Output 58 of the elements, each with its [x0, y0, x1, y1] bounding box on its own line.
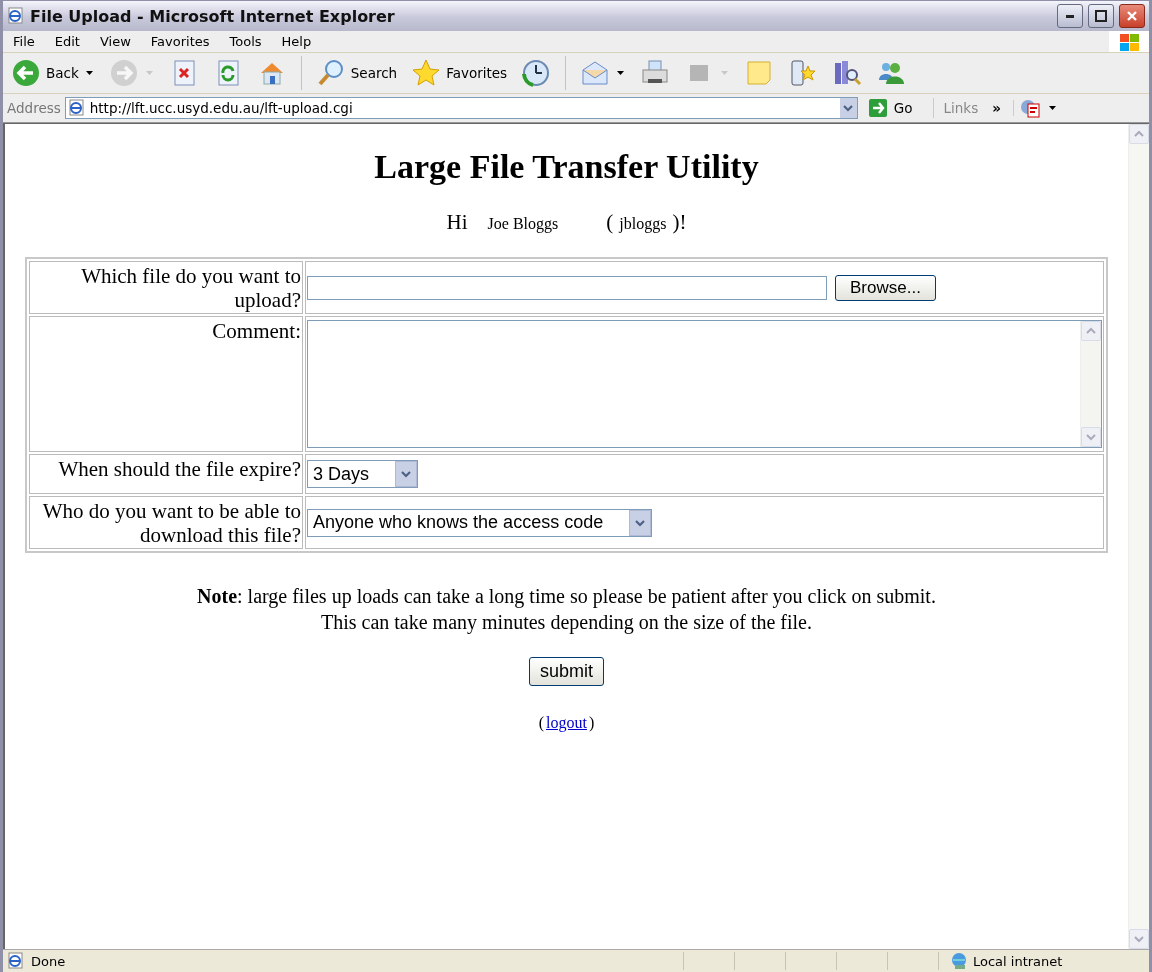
favorites-button[interactable]: Favorites [409, 56, 510, 90]
browser-page-icon [7, 7, 25, 25]
pdf-document-icon [1019, 98, 1042, 118]
comment-field[interactable] [307, 320, 1102, 448]
clock-icon [521, 58, 552, 88]
dropdown-select[interactable]: 3 Days [307, 460, 419, 488]
greeting-text: Hi [446, 210, 468, 235]
field-label: Who do you want to be able to download this file? [29, 496, 303, 549]
note-text: Note: large files up loads can take a long time so please be patient after you click on submit. This can take many minutes depending on the size of the file. [197, 584, 936, 635]
field-label: Which file do you want to upload? [29, 261, 303, 314]
browser-page-icon [67, 99, 86, 117]
greeting-text: )! [672, 210, 687, 235]
globe-network-icon [949, 952, 969, 970]
menu-item[interactable]: View [89, 34, 141, 49]
maximize-button[interactable] [1088, 4, 1114, 28]
star-icon [411, 58, 442, 88]
menu-item[interactable]: Help [271, 34, 322, 49]
bracket-text: ( [538, 714, 545, 732]
page-heading: Large File Transfer Utility [374, 148, 759, 186]
window-title: File Upload - Microsoft Internet Explorer [30, 6, 396, 26]
status-text: Done [31, 953, 66, 969]
close-icon [1126, 10, 1138, 22]
links-button[interactable]: Links » [937, 100, 1014, 116]
zone-text: Local intranet [973, 953, 1063, 969]
menu-item[interactable]: Edit [44, 34, 90, 49]
user-name: Joe Bloggs [487, 215, 559, 233]
scroll-down-icon [1085, 431, 1097, 443]
flag-logo-icon [1117, 32, 1141, 51]
field-label: When should the file expire? [29, 454, 303, 494]
logout-link[interactable]: logout [546, 714, 587, 732]
bracket-text: ) [588, 714, 595, 732]
file-path-field[interactable] [307, 276, 827, 301]
submit-button[interactable]: submit [529, 657, 604, 686]
more-chevron[interactable]: » [992, 100, 1001, 116]
field-label: Comment: [29, 316, 303, 452]
menu-item[interactable]: Favorites [140, 34, 220, 49]
search-button[interactable]: Search [313, 56, 400, 90]
maximize-icon [1095, 10, 1107, 22]
browse-button[interactable]: Browse... [835, 275, 936, 302]
address-label: Address [7, 100, 61, 116]
menu-item[interactable]: Tools [219, 34, 272, 49]
minimize-icon [1066, 14, 1074, 18]
minimize-button[interactable] [1057, 4, 1083, 28]
caret-icon [1046, 103, 1058, 113]
greeting-text: ( [606, 210, 614, 235]
go-button[interactable]: Go [861, 98, 934, 118]
page-scrollbar[interactable] [1128, 124, 1149, 949]
close-button[interactable] [1119, 4, 1145, 28]
scroll-down-icon [1133, 933, 1145, 945]
scrollbar[interactable] [1080, 321, 1101, 447]
browser-page-icon [7, 952, 25, 970]
address-field[interactable]: http://lft.ucc.usyd.edu.au/lft-upload.cgi [64, 97, 858, 119]
menu-item[interactable]: File [3, 34, 45, 49]
books-magnifier-icon [832, 58, 863, 88]
back-button[interactable]: Back [9, 56, 97, 90]
dropdown-select[interactable]: Anyone who knows the access code [307, 508, 653, 537]
dropdown-button[interactable] [839, 98, 857, 118]
user-id: jbloggs [619, 215, 667, 233]
